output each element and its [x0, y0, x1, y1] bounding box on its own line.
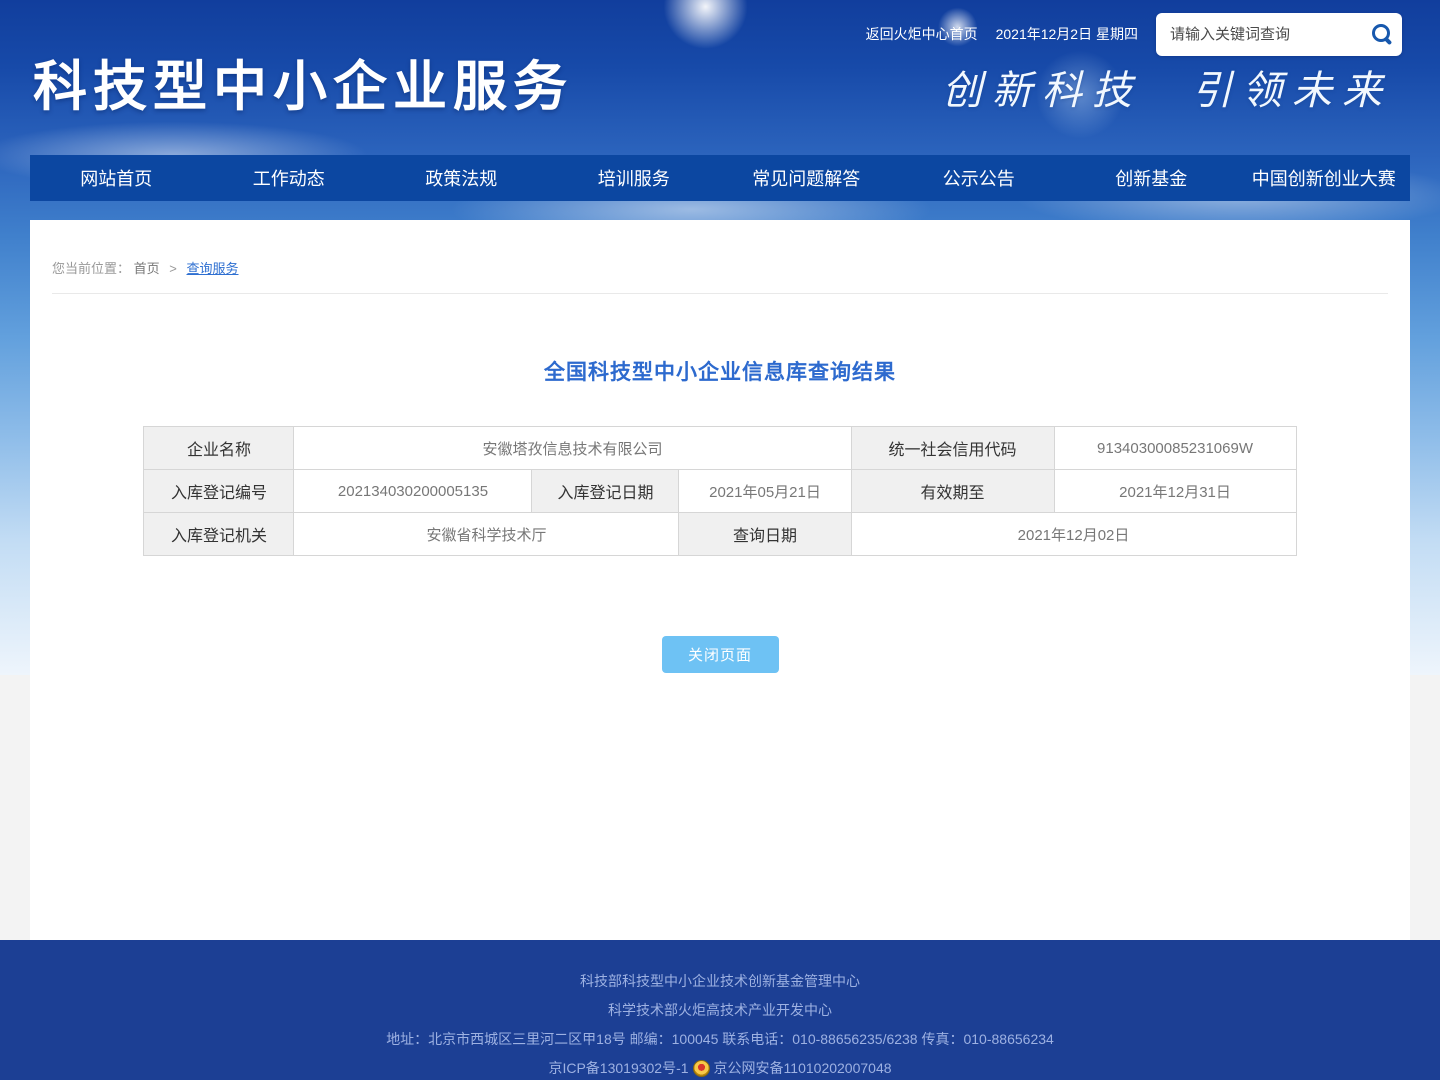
- nav-item-policies[interactable]: 政策法规: [375, 165, 548, 191]
- nav-item-innovation-fund[interactable]: 创新基金: [1065, 165, 1238, 191]
- query-date-value: 2021年12月02日: [851, 513, 1296, 556]
- footer-records-line: 京ICP备13019302号-1 京公网安备11010202007048: [548, 1057, 891, 1079]
- valid-until-label: 有效期至: [851, 470, 1054, 513]
- content-card: 您当前位置： 首页 > 查询服务 全国科技型中小企业信息库查询结果 企业名称 安…: [30, 220, 1410, 940]
- table-row: 入库登记机关 安徽省科学技术厅 查询日期 2021年12月02日: [144, 513, 1296, 556]
- page-title: 全国科技型中小企业信息库查询结果: [30, 356, 1410, 386]
- nav-item-faq[interactable]: 常见问题解答: [720, 165, 893, 191]
- breadcrumb-separator: >: [169, 261, 177, 276]
- footer-org-line2: 科学技术部火炬高技术产业开发中心: [608, 999, 832, 1021]
- page-footer: 科技部科技型中小企业技术创新基金管理中心 科学技术部火炬高技术产业开发中心 地址…: [0, 940, 1440, 1080]
- registration-number-value: 202134030200005135: [294, 470, 532, 513]
- valid-until-value: 2021年12月31日: [1054, 470, 1296, 513]
- nav-item-competition[interactable]: 中国创新创业大赛: [1238, 165, 1411, 191]
- nav-item-training[interactable]: 培训服务: [548, 165, 721, 191]
- credit-code-label: 统一社会信用代码: [851, 427, 1054, 470]
- query-date-label: 查询日期: [679, 513, 851, 556]
- registration-date-label: 入库登记日期: [532, 470, 679, 513]
- breadcrumb: 您当前位置： 首页 > 查询服务: [52, 220, 1388, 294]
- nav-item-home[interactable]: 网站首页: [30, 165, 203, 191]
- police-badge-icon: [693, 1060, 710, 1077]
- header-date: 2021年12月2日 星期四: [996, 24, 1138, 44]
- breadcrumb-current-link[interactable]: 查询服务: [187, 261, 239, 276]
- search-icon: [1371, 23, 1393, 45]
- search-button[interactable]: [1369, 21, 1392, 47]
- torch-center-home-link[interactable]: 返回火炬中心首页: [866, 24, 978, 44]
- nav-item-announcements[interactable]: 公示公告: [893, 165, 1066, 191]
- close-page-button[interactable]: 关闭页面: [662, 636, 779, 673]
- registration-date-value: 2021年05月21日: [679, 470, 851, 513]
- company-name-value: 安徽塔孜信息技术有限公司: [294, 427, 851, 470]
- search-box: [1156, 13, 1402, 56]
- footer-org-line1: 科技部科技型中小企业技术创新基金管理中心: [580, 970, 860, 992]
- registration-authority-label: 入库登记机关: [144, 513, 294, 556]
- security-record-link[interactable]: 京公网安备11010202007048: [714, 1057, 892, 1079]
- credit-code-value: 91340300085231069W: [1054, 427, 1296, 470]
- main-navigation: 网站首页 工作动态 政策法规 培训服务 常见问题解答 公示公告 创新基金 中国创…: [30, 155, 1410, 201]
- icp-record-link[interactable]: 京ICP备13019302号-1: [548, 1057, 688, 1079]
- footer-address-line: 地址：北京市西城区三里河二区甲18号 邮编：100045 联系电话：010-88…: [386, 1028, 1054, 1050]
- site-header: 科技型中小企业服务 返回火炬中心首页 2021年12月2日 星期四 创新科技 引…: [0, 0, 1440, 155]
- breadcrumb-home-link[interactable]: 首页: [134, 261, 160, 276]
- registration-number-label: 入库登记编号: [144, 470, 294, 513]
- query-result-table: 企业名称 安徽塔孜信息技术有限公司 统一社会信用代码 9134030008523…: [143, 426, 1296, 556]
- breadcrumb-prefix: 您当前位置：: [52, 261, 130, 276]
- header-slogan: 创新科技 引领未来: [942, 58, 1392, 116]
- table-row: 入库登记编号 202134030200005135 入库登记日期 2021年05…: [144, 470, 1296, 513]
- table-row: 企业名称 安徽塔孜信息技术有限公司 统一社会信用代码 9134030008523…: [144, 427, 1296, 470]
- header-top-bar: 返回火炬中心首页 2021年12月2日 星期四: [866, 12, 1402, 56]
- company-name-label: 企业名称: [144, 427, 294, 470]
- site-logo-title: 科技型中小企业服务: [33, 42, 573, 121]
- registration-authority-value: 安徽省科学技术厅: [294, 513, 679, 556]
- nav-item-work-news[interactable]: 工作动态: [203, 165, 376, 191]
- search-input[interactable]: [1170, 26, 1369, 43]
